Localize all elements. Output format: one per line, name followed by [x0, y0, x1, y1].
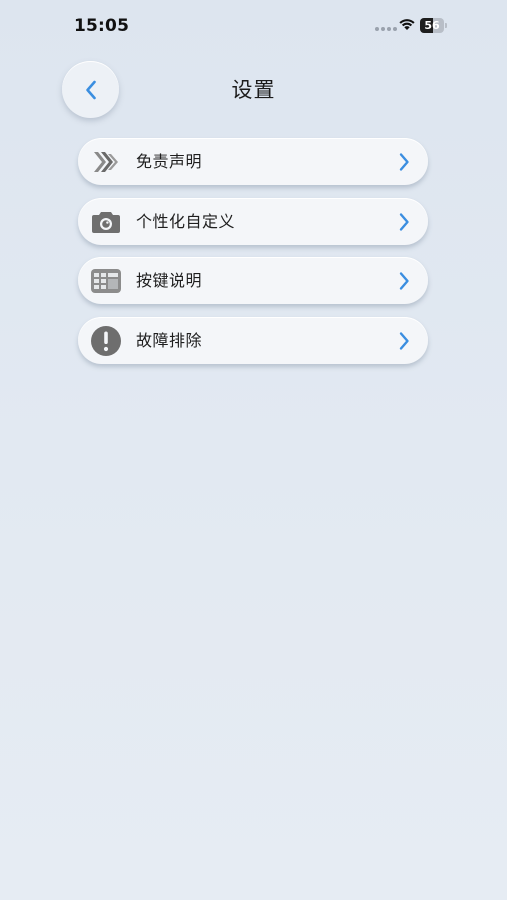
menu-item-label: 免责声明: [136, 152, 203, 171]
camera-icon: [90, 206, 122, 238]
menu-item-label: 个性化自定义: [136, 211, 236, 231]
chevron-right-icon: [399, 212, 409, 231]
status-time: 15:05: [74, 16, 130, 36]
chevron-right-icon: [399, 272, 409, 290]
battery-level: 56: [424, 19, 440, 32]
keyboard-icon: [90, 265, 122, 297]
menu-item-disclaimer[interactable]: 免责声明: [78, 138, 428, 185]
menu-item-label: 按键说明: [136, 271, 203, 290]
battery-indicator: 56: [420, 18, 447, 33]
menu-item-key-guide[interactable]: 按键说明: [78, 257, 428, 304]
disclaimer-icon: [90, 146, 122, 178]
wifi-icon: [399, 19, 415, 30]
menu-item-label: 故障排除: [136, 330, 203, 350]
settings-menu: 免责声明 个性化自定义 按键说明 故障排除: [78, 138, 428, 376]
menu-item-troubleshooting[interactable]: 故障排除: [78, 316, 428, 364]
page-title: 设置: [231, 78, 276, 102]
chevron-right-icon: [399, 331, 409, 350]
menu-item-personalization[interactable]: 个性化自定义: [78, 197, 428, 245]
status-bar: 15:05 56: [0, 0, 507, 50]
cellular-signal-icon: [375, 27, 397, 31]
exclamation-icon: [90, 325, 122, 357]
chevron-right-icon: [399, 153, 409, 171]
